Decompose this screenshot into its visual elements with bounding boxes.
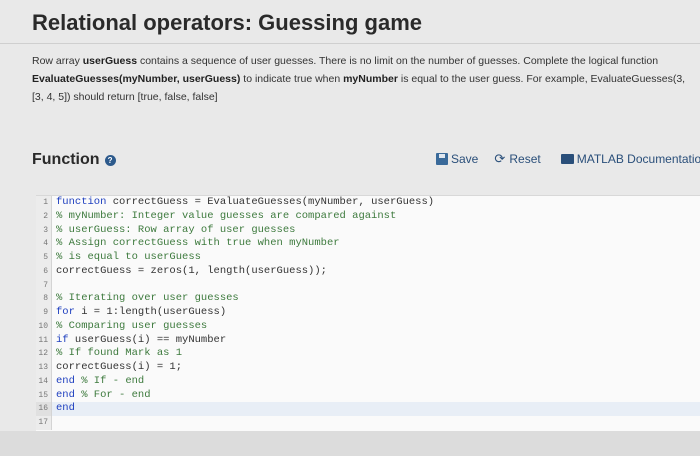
code-text: for i = 1:length(userGuess) [52,306,226,320]
code-text: end % For - end [52,389,151,403]
desc-text-3: to indicate true when [240,73,344,85]
desc-text-1: Row array [32,55,83,67]
code-line[interactable]: 13 correctGuess(i) = 1; [36,361,700,375]
code-text: % is equal to userGuess [52,251,201,265]
code-text: % userGuess: Row array of user guesses [52,224,295,238]
code-text: end % If - end [52,375,144,389]
code-keyword: if [56,333,69,346]
line-number: 13 [36,361,52,375]
reset-icon: ⟳ [494,151,506,166]
code-keyword: function [56,196,107,208]
desc-text-2: contains a sequence of user guesses. The… [137,55,659,67]
code-text: if userGuess(i) == myNumber [52,334,226,348]
code-comment: % userGuess: Row array of user guesses [56,223,296,236]
line-number: 17 [36,416,52,430]
code-line[interactable]: 2 % myNumber: Integer value guesses are c… [36,209,700,224]
code-statement: correctGuess = zeros(1, length(userGuess… [56,264,327,277]
code-text: correctGuess = zeros(1, length(userGuess… [52,265,327,279]
code-text: % If found Mark as 1 [52,347,182,361]
code-statement: i = 1:length(userGuess) [74,306,227,318]
code-text: end [52,402,75,416]
code-keyword: end [56,402,75,415]
save-button[interactable]: Save [436,152,478,166]
matlab-documentation-button[interactable]: MATLAB Documentation [560,152,700,166]
desc-bold-mynumber: myNumber [343,73,398,85]
code-text: function correctGuess = EvaluateGuesses(… [52,196,434,210]
documentation-label: MATLAB Documentation [576,152,700,166]
code-comment: % Comparing user guesses [56,319,208,332]
line-number: 7 [36,278,52,293]
code-comment: % For - end [74,388,151,401]
line-number: 16 [36,402,52,416]
code-line[interactable]: 8 % Iterating over user guesses [36,292,700,306]
save-icon [436,153,448,165]
reset-label: Reset [509,152,541,166]
line-number: 5 [36,251,52,265]
code-statement: correctGuess(i) = 1; [56,361,183,373]
line-number: 3 [36,223,52,238]
code-comment: % is equal to userGuess [56,251,201,263]
code-editor[interactable]: 1 function correctGuess = EvaluateGuesses… [36,195,700,431]
line-number: 4 [36,237,52,251]
desc-bold-userguess: userGuess [82,55,138,67]
reset-button[interactable]: ⟳ Reset [494,152,540,166]
line-number: 12 [36,347,52,361]
title-divider [0,43,700,44]
code-comment: % If - end [74,374,145,387]
line-number: 15 [36,388,52,403]
line-number: 11 [36,333,52,348]
code-comment: % If found Mark as 1 [56,347,183,360]
function-label: Function [32,151,100,168]
code-line[interactable]: 14 end % If - end [36,374,700,389]
function-header: Function ? [32,151,116,169]
code-text: % Comparing user guesses [52,320,207,334]
code-line[interactable]: 5 % is equal to userGuess [36,251,700,265]
code-text: % Assign correctGuess with true when myN… [52,237,340,251]
code-line[interactable]: 4 % Assign correctGuess with true when my… [36,237,700,251]
code-line[interactable]: 11 if userGuess(i) == myNumber [36,333,700,348]
code-comment: % Assign correctGuess with true when myN… [56,237,340,250]
desc-bold-function: EvaluateGuesses(myNumber, userGuess) [32,73,241,85]
code-statement: correctGuess = EvaluateGuesses(myNumber,… [106,196,435,208]
line-number: 10 [36,319,52,334]
code-comment: % myNumber: Integer value guesses are co… [56,209,397,222]
page: Relational operators: Guessing game Row … [0,0,700,456]
code-keyword: end [56,374,75,387]
code-line[interactable]: 10 % Comparing user guesses [36,319,700,334]
page-title: Relational operators: Guessing game [32,10,422,35]
code-keyword: for [56,306,75,318]
line-number: 8 [36,292,52,306]
line-number: 2 [36,209,52,224]
line-number: 9 [36,306,52,320]
code-line[interactable]: 15 end % For - end [36,388,700,403]
line-number: 14 [36,374,52,389]
code-comment: % Iterating over user guesses [56,292,239,305]
save-label: Save [451,152,479,166]
code-text: correctGuess(i) = 1; [52,361,182,375]
code-line[interactable]: 12 % If found Mark as 1 [36,347,700,361]
code-line[interactable]: 9 for i = 1:length(userGuess) [36,306,700,320]
code-text: % Iterating over user guesses [52,292,239,306]
problem-description: Row array userGuess contains a sequence … [32,52,692,106]
code-line[interactable]: 16 end [36,402,700,416]
code-line[interactable]: 17 [36,416,700,430]
help-icon[interactable]: ? [104,154,116,166]
line-number: 1 [36,196,52,210]
code-line[interactable]: 7 [36,278,700,293]
code-line[interactable]: 6 correctGuess = zeros(1, length(userGues… [36,264,700,279]
code-line[interactable]: 3 % userGuess: Row array of user guesses [36,223,700,238]
code-line[interactable]: 1 function correctGuess = EvaluateGuesses… [36,196,700,210]
bottom-area [0,431,700,456]
code-text: % myNumber: Integer value guesses are co… [52,210,396,224]
documentation-icon [560,154,574,164]
code-keyword: end [56,388,75,401]
code-statement: userGuess(i) == myNumber [68,333,227,346]
line-number: 6 [36,264,52,279]
editor-toolbar: Save ⟳ Reset MATLAB Documentation [436,150,700,168]
